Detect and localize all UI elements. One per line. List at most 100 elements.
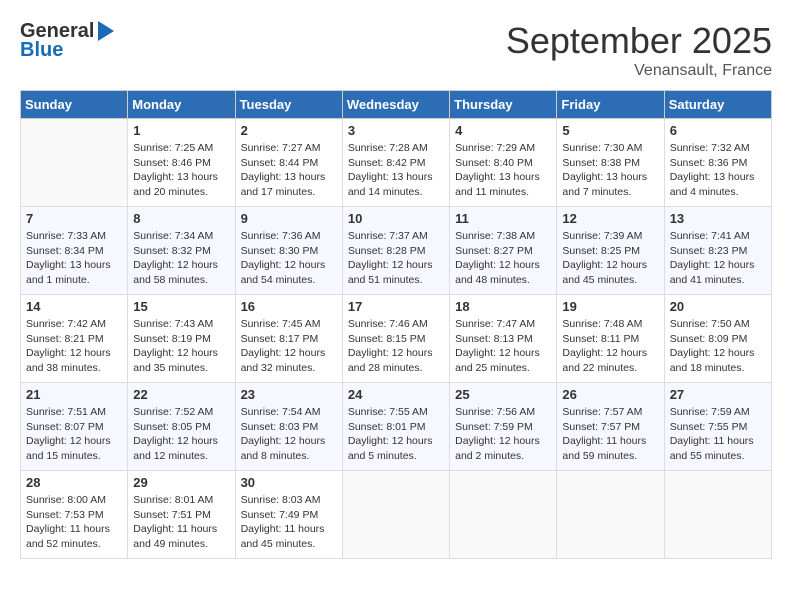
day-info: Sunrise: 7:37 AMSunset: 8:28 PMDaylight:… (348, 229, 444, 288)
calendar-table: SundayMondayTuesdayWednesdayThursdayFrid… (20, 90, 772, 559)
calendar-cell (557, 471, 664, 559)
day-number: 28 (26, 475, 122, 490)
day-number: 8 (133, 211, 229, 226)
calendar-cell: 21 Sunrise: 7:51 AMSunset: 8:07 PMDayligh… (21, 383, 128, 471)
day-info: Sunrise: 7:54 AMSunset: 8:03 PMDaylight:… (241, 405, 337, 464)
calendar-cell: 23 Sunrise: 7:54 AMSunset: 8:03 PMDayligh… (235, 383, 342, 471)
title-block: September 2025 Venansault, France (506, 20, 772, 80)
day-number: 10 (348, 211, 444, 226)
day-info: Sunrise: 7:51 AMSunset: 8:07 PMDaylight:… (26, 405, 122, 464)
calendar-header-row: SundayMondayTuesdayWednesdayThursdayFrid… (21, 91, 772, 119)
calendar-cell: 18 Sunrise: 7:47 AMSunset: 8:13 PMDayligh… (450, 295, 557, 383)
logo-arrow-icon (98, 21, 114, 41)
calendar-cell: 2 Sunrise: 7:27 AMSunset: 8:44 PMDaylight… (235, 119, 342, 207)
day-info: Sunrise: 7:45 AMSunset: 8:17 PMDaylight:… (241, 317, 337, 376)
day-info: Sunrise: 7:34 AMSunset: 8:32 PMDaylight:… (133, 229, 229, 288)
day-info: Sunrise: 7:28 AMSunset: 8:42 PMDaylight:… (348, 141, 444, 200)
day-number: 27 (670, 387, 766, 402)
calendar-cell (21, 119, 128, 207)
calendar-week-row: 1 Sunrise: 7:25 AMSunset: 8:46 PMDaylight… (21, 119, 772, 207)
calendar-cell: 14Sunrise: 7:42 AMSunset: 8:21 PMDayligh… (21, 295, 128, 383)
day-info: Sunrise: 7:56 AMSunset: 7:59 PMDaylight:… (455, 405, 551, 464)
day-number: 1 (133, 123, 229, 138)
calendar-cell: 1 Sunrise: 7:25 AMSunset: 8:46 PMDaylight… (128, 119, 235, 207)
day-info: Sunrise: 7:59 AMSunset: 7:55 PMDaylight:… (670, 405, 766, 464)
day-number: 12 (562, 211, 658, 226)
day-info: Sunrise: 7:42 AMSunset: 8:21 PMDaylight:… (26, 317, 122, 376)
calendar-week-row: 14Sunrise: 7:42 AMSunset: 8:21 PMDayligh… (21, 295, 772, 383)
day-info: Sunrise: 7:25 AMSunset: 8:46 PMDaylight:… (133, 141, 229, 200)
logo-blue-text: Blue (20, 39, 63, 62)
day-info: Sunrise: 7:32 AMSunset: 8:36 PMDaylight:… (670, 141, 766, 200)
day-number: 20 (670, 299, 766, 314)
day-number: 16 (241, 299, 337, 314)
weekday-header: Sunday (21, 91, 128, 119)
day-info: Sunrise: 7:55 AMSunset: 8:01 PMDaylight:… (348, 405, 444, 464)
day-number: 19 (562, 299, 658, 314)
calendar-cell: 29 Sunrise: 8:01 AMSunset: 7:51 PMDayligh… (128, 471, 235, 559)
day-info: Sunrise: 7:52 AMSunset: 8:05 PMDaylight:… (133, 405, 229, 464)
calendar-cell: 20 Sunrise: 7:50 AMSunset: 8:09 PMDayligh… (664, 295, 771, 383)
day-number: 21 (26, 387, 122, 402)
calendar-cell (342, 471, 449, 559)
day-info: Sunrise: 7:36 AMSunset: 8:30 PMDaylight:… (241, 229, 337, 288)
day-number: 17 (348, 299, 444, 314)
day-info: Sunrise: 7:30 AMSunset: 8:38 PMDaylight:… (562, 141, 658, 200)
day-info: Sunrise: 7:33 AMSunset: 8:34 PMDaylight:… (26, 229, 122, 288)
calendar-cell: 12Sunrise: 7:39 AMSunset: 8:25 PMDayligh… (557, 207, 664, 295)
calendar-cell: 13Sunrise: 7:41 AMSunset: 8:23 PMDayligh… (664, 207, 771, 295)
day-info: Sunrise: 7:43 AMSunset: 8:19 PMDaylight:… (133, 317, 229, 376)
day-info: Sunrise: 8:03 AMSunset: 7:49 PMDaylight:… (241, 493, 337, 552)
day-number: 2 (241, 123, 337, 138)
calendar-cell: 5 Sunrise: 7:30 AMSunset: 8:38 PMDaylight… (557, 119, 664, 207)
day-info: Sunrise: 7:48 AMSunset: 8:11 PMDaylight:… (562, 317, 658, 376)
day-info: Sunrise: 7:38 AMSunset: 8:27 PMDaylight:… (455, 229, 551, 288)
day-info: Sunrise: 8:00 AMSunset: 7:53 PMDaylight:… (26, 493, 122, 552)
calendar-week-row: 7 Sunrise: 7:33 AMSunset: 8:34 PMDaylight… (21, 207, 772, 295)
day-number: 5 (562, 123, 658, 138)
weekday-header: Wednesday (342, 91, 449, 119)
calendar-cell: 25 Sunrise: 7:56 AMSunset: 7:59 PMDayligh… (450, 383, 557, 471)
day-info: Sunrise: 7:27 AMSunset: 8:44 PMDaylight:… (241, 141, 337, 200)
day-number: 7 (26, 211, 122, 226)
calendar-cell: 9 Sunrise: 7:36 AMSunset: 8:30 PMDaylight… (235, 207, 342, 295)
day-number: 18 (455, 299, 551, 314)
weekday-header: Monday (128, 91, 235, 119)
day-number: 6 (670, 123, 766, 138)
page-header: General Blue September 2025 Venansault, … (20, 20, 772, 80)
weekday-header: Friday (557, 91, 664, 119)
day-number: 9 (241, 211, 337, 226)
calendar-cell: 24 Sunrise: 7:55 AMSunset: 8:01 PMDayligh… (342, 383, 449, 471)
calendar-cell (450, 471, 557, 559)
day-info: Sunrise: 7:50 AMSunset: 8:09 PMDaylight:… (670, 317, 766, 376)
day-info: Sunrise: 7:41 AMSunset: 8:23 PMDaylight:… (670, 229, 766, 288)
calendar-cell: 30 Sunrise: 8:03 AMSunset: 7:49 PMDayligh… (235, 471, 342, 559)
day-number: 26 (562, 387, 658, 402)
weekday-header: Thursday (450, 91, 557, 119)
day-number: 30 (241, 475, 337, 490)
day-number: 24 (348, 387, 444, 402)
day-number: 11 (455, 211, 551, 226)
day-info: Sunrise: 7:46 AMSunset: 8:15 PMDaylight:… (348, 317, 444, 376)
calendar-cell: 4 Sunrise: 7:29 AMSunset: 8:40 PMDaylight… (450, 119, 557, 207)
day-number: 22 (133, 387, 229, 402)
calendar-cell: 10 Sunrise: 7:37 AMSunset: 8:28 PMDayligh… (342, 207, 449, 295)
day-number: 4 (455, 123, 551, 138)
calendar-cell: 15 Sunrise: 7:43 AMSunset: 8:19 PMDayligh… (128, 295, 235, 383)
day-info: Sunrise: 7:47 AMSunset: 8:13 PMDaylight:… (455, 317, 551, 376)
day-number: 25 (455, 387, 551, 402)
calendar-cell: 22 Sunrise: 7:52 AMSunset: 8:05 PMDayligh… (128, 383, 235, 471)
calendar-cell: 8 Sunrise: 7:34 AMSunset: 8:32 PMDaylight… (128, 207, 235, 295)
day-info: Sunrise: 8:01 AMSunset: 7:51 PMDaylight:… (133, 493, 229, 552)
day-number: 15 (133, 299, 229, 314)
weekday-header: Saturday (664, 91, 771, 119)
calendar-cell: 11 Sunrise: 7:38 AMSunset: 8:27 PMDayligh… (450, 207, 557, 295)
day-info: Sunrise: 7:29 AMSunset: 8:40 PMDaylight:… (455, 141, 551, 200)
logo: General Blue (20, 20, 114, 62)
month-title: September 2025 (506, 20, 772, 62)
day-number: 29 (133, 475, 229, 490)
day-number: 23 (241, 387, 337, 402)
location: Venansault, France (506, 62, 772, 80)
day-number: 3 (348, 123, 444, 138)
calendar-cell: 16 Sunrise: 7:45 AMSunset: 8:17 PMDayligh… (235, 295, 342, 383)
